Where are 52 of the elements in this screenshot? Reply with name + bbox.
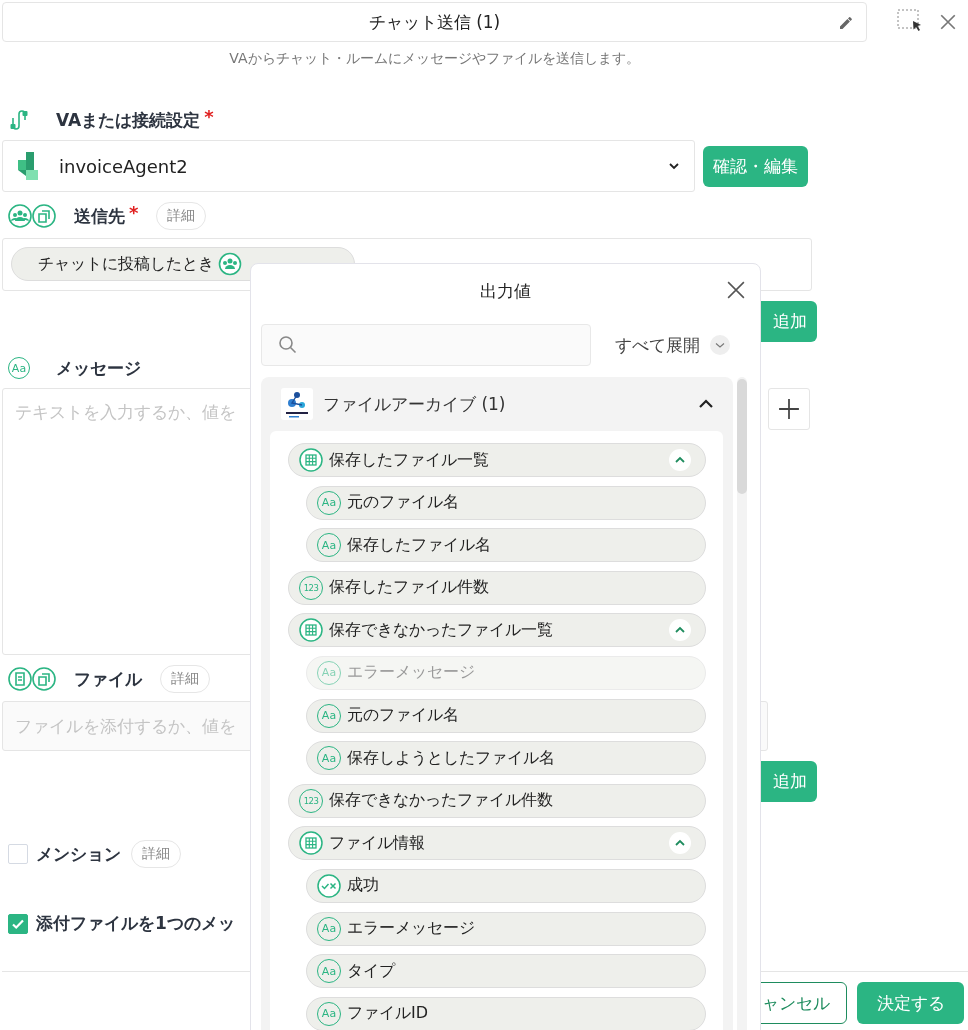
checkbox-label: メンション	[36, 842, 121, 866]
table-icon	[299, 618, 323, 643]
table-icon	[299, 831, 323, 856]
output-item[interactable]: Aa 元のファイル名	[306, 698, 706, 733]
chevron-down-icon[interactable]	[710, 335, 730, 355]
plus-icon	[778, 398, 800, 420]
check-cross-icon	[317, 873, 341, 898]
close-icon[interactable]	[939, 13, 957, 31]
caret-up-icon[interactable]	[699, 399, 713, 409]
scrollbar[interactable]	[737, 377, 747, 1030]
output-item[interactable]: 123 保存できなかったファイル件数	[288, 783, 706, 818]
detail-button[interactable]: 詳細	[131, 840, 181, 868]
required-mark: *	[204, 106, 214, 127]
close-icon[interactable]	[727, 281, 745, 299]
required-mark: *	[129, 202, 139, 223]
agent-logo-icon	[15, 150, 41, 182]
table-icon	[299, 448, 323, 472]
popover-title: 出力値	[480, 279, 531, 303]
plug-icon	[8, 109, 30, 131]
output-item[interactable]: 123 保存したファイル件数	[288, 570, 706, 605]
search-icon	[278, 335, 298, 355]
field-label: VAまたは接続設定	[56, 108, 201, 132]
people-icon	[218, 252, 242, 276]
output-item[interactable]: 保存したファイル一覧	[288, 443, 706, 477]
detail-button[interactable]: 詳細	[160, 665, 210, 693]
connection-select[interactable]: invoiceAgent2	[2, 140, 695, 192]
field-label: ファイル	[74, 667, 142, 691]
field-label: メッセージ	[56, 356, 141, 380]
output-item[interactable]: Aa タイプ	[306, 954, 706, 989]
description: VAからチャット・ルームにメッセージやファイルを送信します。	[228, 50, 641, 68]
output-item[interactable]: 保存できなかったファイル一覧	[288, 613, 706, 648]
detail-button[interactable]: 詳細	[156, 202, 207, 230]
output-item[interactable]: ファイル情報	[288, 826, 706, 861]
window-title: チャット送信 (1)	[368, 10, 501, 34]
checkbox-label: 添付ファイルを1つのメッ	[36, 912, 235, 935]
output-item[interactable]: Aa 保存しようとしたファイル名	[306, 741, 706, 776]
group-title: ファイルアーカイブ (1)	[323, 392, 507, 416]
people-document-icon	[8, 203, 58, 229]
app-logo-icon	[281, 388, 313, 420]
output-item[interactable]: Aa 元のファイル名	[306, 485, 706, 520]
search-field[interactable]	[261, 324, 591, 366]
field-label: 送信先	[74, 204, 125, 228]
output-item[interactable]: Aa ファイルID	[306, 996, 706, 1030]
pencil-icon[interactable]	[838, 15, 854, 31]
output-item[interactable]: 成功	[306, 868, 706, 903]
plus-button[interactable]	[768, 388, 810, 430]
checkbox[interactable]	[8, 913, 28, 934]
output-item[interactable]: Aa エラーメッセージ	[306, 911, 706, 946]
output-item[interactable]: Aa 保存したファイル名	[306, 528, 706, 563]
expand-all-button[interactable]: すべて展開	[611, 333, 710, 357]
chevron-down-icon	[668, 160, 680, 172]
document-icon	[8, 666, 58, 692]
